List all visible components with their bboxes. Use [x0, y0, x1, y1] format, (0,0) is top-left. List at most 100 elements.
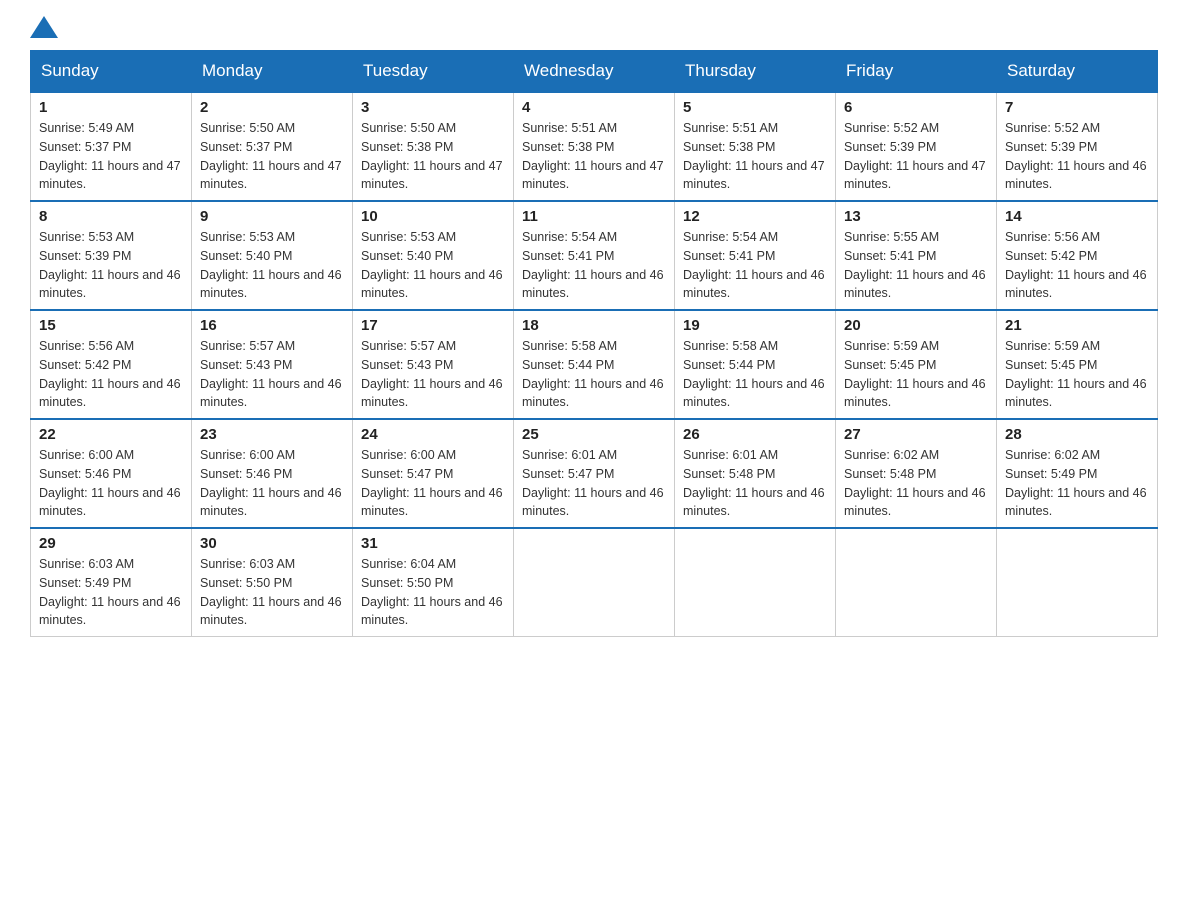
day-number: 12 — [683, 208, 827, 225]
day-number: 11 — [522, 208, 666, 225]
calendar-day-cell: 8 Sunrise: 5:53 AMSunset: 5:39 PMDayligh… — [31, 201, 192, 310]
day-number: 4 — [522, 99, 666, 116]
day-number: 24 — [361, 426, 505, 443]
day-info: Sunrise: 6:04 AMSunset: 5:50 PMDaylight:… — [361, 557, 503, 627]
day-info: Sunrise: 6:02 AMSunset: 5:48 PMDaylight:… — [844, 448, 986, 518]
calendar-day-cell: 24 Sunrise: 6:00 AMSunset: 5:47 PMDaylig… — [353, 419, 514, 528]
day-number: 18 — [522, 317, 666, 334]
day-number: 9 — [200, 208, 344, 225]
calendar-day-cell — [997, 528, 1158, 637]
calendar-day-cell: 1 Sunrise: 5:49 AMSunset: 5:37 PMDayligh… — [31, 92, 192, 201]
calendar-day-cell — [836, 528, 997, 637]
day-number: 16 — [200, 317, 344, 334]
calendar-day-cell: 9 Sunrise: 5:53 AMSunset: 5:40 PMDayligh… — [192, 201, 353, 310]
day-info: Sunrise: 5:59 AMSunset: 5:45 PMDaylight:… — [1005, 339, 1147, 409]
calendar-day-cell: 31 Sunrise: 6:04 AMSunset: 5:50 PMDaylig… — [353, 528, 514, 637]
day-number: 3 — [361, 99, 505, 116]
day-number: 20 — [844, 317, 988, 334]
calendar-header-cell: Wednesday — [514, 51, 675, 93]
calendar-day-cell: 5 Sunrise: 5:51 AMSunset: 5:38 PMDayligh… — [675, 92, 836, 201]
calendar-day-cell: 28 Sunrise: 6:02 AMSunset: 5:49 PMDaylig… — [997, 419, 1158, 528]
logo-triangle-icon — [30, 16, 58, 38]
day-info: Sunrise: 5:56 AMSunset: 5:42 PMDaylight:… — [39, 339, 181, 409]
calendar-day-cell: 15 Sunrise: 5:56 AMSunset: 5:42 PMDaylig… — [31, 310, 192, 419]
day-number: 8 — [39, 208, 183, 225]
day-info: Sunrise: 5:51 AMSunset: 5:38 PMDaylight:… — [683, 121, 825, 191]
calendar-day-cell: 25 Sunrise: 6:01 AMSunset: 5:47 PMDaylig… — [514, 419, 675, 528]
day-info: Sunrise: 6:00 AMSunset: 5:47 PMDaylight:… — [361, 448, 503, 518]
day-info: Sunrise: 5:54 AMSunset: 5:41 PMDaylight:… — [522, 230, 664, 300]
day-number: 1 — [39, 99, 183, 116]
calendar-day-cell: 10 Sunrise: 5:53 AMSunset: 5:40 PMDaylig… — [353, 201, 514, 310]
calendar-header-cell: Friday — [836, 51, 997, 93]
calendar-day-cell: 21 Sunrise: 5:59 AMSunset: 5:45 PMDaylig… — [997, 310, 1158, 419]
calendar-week-row: 15 Sunrise: 5:56 AMSunset: 5:42 PMDaylig… — [31, 310, 1158, 419]
calendar-day-cell: 6 Sunrise: 5:52 AMSunset: 5:39 PMDayligh… — [836, 92, 997, 201]
calendar-body: 1 Sunrise: 5:49 AMSunset: 5:37 PMDayligh… — [31, 92, 1158, 637]
day-info: Sunrise: 6:03 AMSunset: 5:50 PMDaylight:… — [200, 557, 342, 627]
day-info: Sunrise: 5:49 AMSunset: 5:37 PMDaylight:… — [39, 121, 181, 191]
calendar-day-cell — [514, 528, 675, 637]
day-number: 28 — [1005, 426, 1149, 443]
day-info: Sunrise: 5:54 AMSunset: 5:41 PMDaylight:… — [683, 230, 825, 300]
calendar-day-cell: 20 Sunrise: 5:59 AMSunset: 5:45 PMDaylig… — [836, 310, 997, 419]
calendar-day-cell: 29 Sunrise: 6:03 AMSunset: 5:49 PMDaylig… — [31, 528, 192, 637]
calendar-header-cell: Tuesday — [353, 51, 514, 93]
calendar-day-cell: 19 Sunrise: 5:58 AMSunset: 5:44 PMDaylig… — [675, 310, 836, 419]
day-info: Sunrise: 5:59 AMSunset: 5:45 PMDaylight:… — [844, 339, 986, 409]
day-number: 31 — [361, 535, 505, 552]
calendar-header-row: SundayMondayTuesdayWednesdayThursdayFrid… — [31, 51, 1158, 93]
day-number: 19 — [683, 317, 827, 334]
day-number: 21 — [1005, 317, 1149, 334]
day-info: Sunrise: 5:53 AMSunset: 5:39 PMDaylight:… — [39, 230, 181, 300]
calendar-day-cell: 12 Sunrise: 5:54 AMSunset: 5:41 PMDaylig… — [675, 201, 836, 310]
calendar-header-cell: Saturday — [997, 51, 1158, 93]
calendar-week-row: 8 Sunrise: 5:53 AMSunset: 5:39 PMDayligh… — [31, 201, 1158, 310]
day-info: Sunrise: 6:01 AMSunset: 5:47 PMDaylight:… — [522, 448, 664, 518]
calendar-day-cell: 14 Sunrise: 5:56 AMSunset: 5:42 PMDaylig… — [997, 201, 1158, 310]
day-info: Sunrise: 5:50 AMSunset: 5:37 PMDaylight:… — [200, 121, 342, 191]
day-number: 6 — [844, 99, 988, 116]
day-number: 25 — [522, 426, 666, 443]
day-number: 10 — [361, 208, 505, 225]
day-info: Sunrise: 5:53 AMSunset: 5:40 PMDaylight:… — [200, 230, 342, 300]
calendar-header-cell: Thursday — [675, 51, 836, 93]
calendar-header-cell: Sunday — [31, 51, 192, 93]
day-number: 22 — [39, 426, 183, 443]
day-info: Sunrise: 5:52 AMSunset: 5:39 PMDaylight:… — [844, 121, 986, 191]
calendar-day-cell: 30 Sunrise: 6:03 AMSunset: 5:50 PMDaylig… — [192, 528, 353, 637]
day-number: 13 — [844, 208, 988, 225]
day-info: Sunrise: 5:57 AMSunset: 5:43 PMDaylight:… — [200, 339, 342, 409]
calendar-day-cell: 11 Sunrise: 5:54 AMSunset: 5:41 PMDaylig… — [514, 201, 675, 310]
day-info: Sunrise: 5:58 AMSunset: 5:44 PMDaylight:… — [683, 339, 825, 409]
day-info: Sunrise: 5:58 AMSunset: 5:44 PMDaylight:… — [522, 339, 664, 409]
calendar-day-cell: 2 Sunrise: 5:50 AMSunset: 5:37 PMDayligh… — [192, 92, 353, 201]
calendar-day-cell: 7 Sunrise: 5:52 AMSunset: 5:39 PMDayligh… — [997, 92, 1158, 201]
calendar-table: SundayMondayTuesdayWednesdayThursdayFrid… — [30, 50, 1158, 637]
day-number: 26 — [683, 426, 827, 443]
calendar-day-cell: 17 Sunrise: 5:57 AMSunset: 5:43 PMDaylig… — [353, 310, 514, 419]
day-number: 2 — [200, 99, 344, 116]
calendar-header-cell: Monday — [192, 51, 353, 93]
day-number: 5 — [683, 99, 827, 116]
calendar-day-cell: 18 Sunrise: 5:58 AMSunset: 5:44 PMDaylig… — [514, 310, 675, 419]
logo — [30, 20, 58, 40]
day-info: Sunrise: 6:00 AMSunset: 5:46 PMDaylight:… — [39, 448, 181, 518]
day-number: 23 — [200, 426, 344, 443]
calendar-day-cell: 13 Sunrise: 5:55 AMSunset: 5:41 PMDaylig… — [836, 201, 997, 310]
day-info: Sunrise: 6:03 AMSunset: 5:49 PMDaylight:… — [39, 557, 181, 627]
day-number: 17 — [361, 317, 505, 334]
day-info: Sunrise: 5:50 AMSunset: 5:38 PMDaylight:… — [361, 121, 503, 191]
day-info: Sunrise: 6:02 AMSunset: 5:49 PMDaylight:… — [1005, 448, 1147, 518]
calendar-day-cell: 23 Sunrise: 6:00 AMSunset: 5:46 PMDaylig… — [192, 419, 353, 528]
day-number: 15 — [39, 317, 183, 334]
page-header — [30, 20, 1158, 40]
calendar-day-cell — [675, 528, 836, 637]
calendar-day-cell: 4 Sunrise: 5:51 AMSunset: 5:38 PMDayligh… — [514, 92, 675, 201]
calendar-day-cell: 3 Sunrise: 5:50 AMSunset: 5:38 PMDayligh… — [353, 92, 514, 201]
calendar-day-cell: 16 Sunrise: 5:57 AMSunset: 5:43 PMDaylig… — [192, 310, 353, 419]
day-number: 7 — [1005, 99, 1149, 116]
day-info: Sunrise: 5:57 AMSunset: 5:43 PMDaylight:… — [361, 339, 503, 409]
calendar-week-row: 29 Sunrise: 6:03 AMSunset: 5:49 PMDaylig… — [31, 528, 1158, 637]
day-info: Sunrise: 6:00 AMSunset: 5:46 PMDaylight:… — [200, 448, 342, 518]
